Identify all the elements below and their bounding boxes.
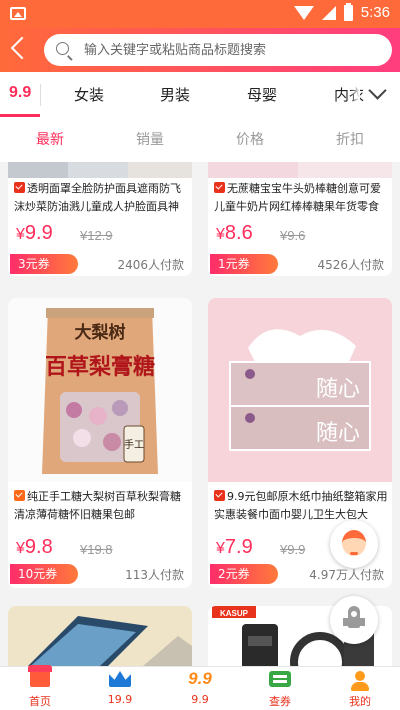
svg-text:百草梨膏糖: 百草梨膏糖: [45, 354, 155, 380]
product-title: 纯正手工糖大梨树百草秋梨膏糖清凉薄荷糖怀旧糖果包邮: [14, 490, 181, 521]
product-image: [8, 606, 192, 666]
coupon-badge[interactable]: 3元券: [10, 254, 78, 274]
nav-label: 19.9: [107, 693, 133, 706]
signal-icon: [321, 5, 336, 20]
nav-label: 9.9: [191, 693, 209, 706]
category-tab-women[interactable]: 女装: [74, 84, 104, 105]
nine-nine-icon: 9.9: [188, 669, 212, 688]
product-image: 随心 随心: [208, 298, 392, 482]
product-price: ¥7.9: [216, 536, 253, 558]
svg-text:随心: 随心: [316, 377, 360, 402]
product-card[interactable]: [8, 606, 192, 666]
nav-item-check-coupon[interactable]: 查券: [240, 667, 320, 710]
category-tab-men[interactable]: 男装: [160, 84, 190, 105]
product-grid: 透明面罩全脸防护面具遮雨防飞沫炒菜防油溅儿童成人护脸面具神 ¥9.9 ¥12.9…: [0, 162, 400, 666]
battery-icon: [343, 2, 353, 21]
category-tab-9-9[interactable]: 9.9: [9, 84, 31, 102]
wifi-icon: [293, 5, 314, 20]
product-price: ¥9.9: [16, 222, 53, 244]
search-box[interactable]: [44, 34, 392, 66]
nav-label: 我的: [349, 695, 371, 708]
product-title: 9.9元包邮原木纸巾抽纸整箱家用实惠装餐巾面巾婴儿卫生大包大: [214, 490, 388, 521]
product-image: [8, 162, 192, 178]
search-input[interactable]: [84, 34, 384, 66]
header: [0, 28, 400, 72]
nav-item-19-9[interactable]: 19.9: [80, 667, 160, 710]
product-original-price: ¥19.8: [80, 542, 113, 557]
product-original-price: ¥12.9: [80, 228, 113, 243]
svg-text:大梨树: 大梨树: [75, 322, 126, 343]
sort-tab-price[interactable]: 价格: [200, 118, 300, 162]
product-card[interactable]: 大梨树 百草梨膏糖 手工 纯正手工糖大梨树百草秋梨膏糖清凉薄荷糖怀旧糖果包邮 ¥…: [8, 298, 192, 588]
sold-count: 113人付款: [125, 568, 184, 582]
product-original-price: ¥9.6: [280, 228, 306, 243]
back-arrow-icon[interactable]: [10, 36, 34, 60]
home-store-icon: [28, 665, 52, 687]
nav-item-9-9[interactable]: 9.9 9.9: [160, 667, 240, 710]
product-price: ¥9.8: [16, 536, 53, 558]
category-tab-baby[interactable]: 母婴: [247, 84, 277, 105]
category-fade: [350, 80, 360, 110]
tmall-tag-icon: [214, 490, 225, 501]
svg-text:KASUP: KASUP: [220, 609, 249, 618]
search-icon: [56, 42, 69, 55]
tmall-tag-icon: [214, 182, 225, 193]
category-divider: [40, 84, 41, 106]
category-active-underline: [0, 114, 40, 117]
product-title: 透明面罩全脸防护面具遮雨防飞沫炒菜防油溅儿童成人护脸面具神: [14, 182, 181, 213]
sort-tab-discount[interactable]: 折扣: [300, 118, 400, 162]
sort-tab-sales[interactable]: 销量: [100, 118, 200, 162]
sold-count: 4.97万人付款: [309, 568, 384, 582]
status-bar: 5:36: [0, 0, 400, 28]
coupon-badge[interactable]: 1元券: [210, 254, 278, 274]
nav-item-me[interactable]: 我的: [320, 667, 400, 710]
nav-item-home[interactable]: 首页: [0, 665, 80, 710]
product-card[interactable]: 无蔗糖宝宝牛头奶棒糖创意可爱儿童牛奶片网红棒棒糖果年货零食 ¥8.6 ¥9.6 …: [208, 162, 392, 276]
coupon-icon: [269, 671, 291, 687]
tmall-tag-icon: [14, 182, 25, 193]
sold-count: 2406人付款: [117, 258, 184, 272]
product-title: 无蔗糖宝宝牛头奶棒糖创意可爱儿童牛奶片网红棒棒糖果年货零食: [214, 182, 381, 213]
chevron-down-icon[interactable]: [368, 81, 387, 100]
taobao-tag-icon: [14, 490, 25, 501]
back-to-top-button[interactable]: [330, 596, 378, 644]
svg-text:随心: 随心: [316, 421, 360, 446]
svg-text:手工: 手工: [124, 438, 144, 451]
coupon-badge[interactable]: 2元券: [210, 564, 278, 584]
nav-label: 查券: [269, 695, 291, 708]
product-original-price: ¥9.9: [280, 542, 306, 557]
gallery-icon: [10, 7, 26, 20]
product-image: [208, 162, 392, 178]
sort-tabs: 最新 销量 价格 折扣: [0, 118, 400, 162]
product-card[interactable]: 透明面罩全脸防护面具遮雨防飞沫炒菜防油溅儿童成人护脸面具神 ¥9.9 ¥12.9…: [8, 162, 192, 276]
crown-icon: [109, 671, 131, 687]
customer-service-button[interactable]: [330, 520, 378, 568]
headset-mic-icon: [350, 552, 358, 555]
nav-label: 首页: [29, 695, 51, 708]
rocket-icon: [343, 606, 365, 628]
user-icon: [350, 671, 370, 691]
status-time: 5:36: [360, 4, 390, 21]
category-tabs: 9.9 女装 男装 母婴 内衣: [0, 72, 400, 118]
product-image: 大梨树 百草梨膏糖 手工: [8, 298, 192, 482]
coupon-badge[interactable]: 10元券: [10, 564, 78, 584]
sort-tab-newest[interactable]: 最新: [0, 118, 100, 162]
sold-count: 4526人付款: [317, 258, 384, 272]
product-price: ¥8.6: [216, 222, 253, 244]
bottom-nav: 首页 19.9 9.9 9.9 查券 我的: [0, 665, 400, 710]
